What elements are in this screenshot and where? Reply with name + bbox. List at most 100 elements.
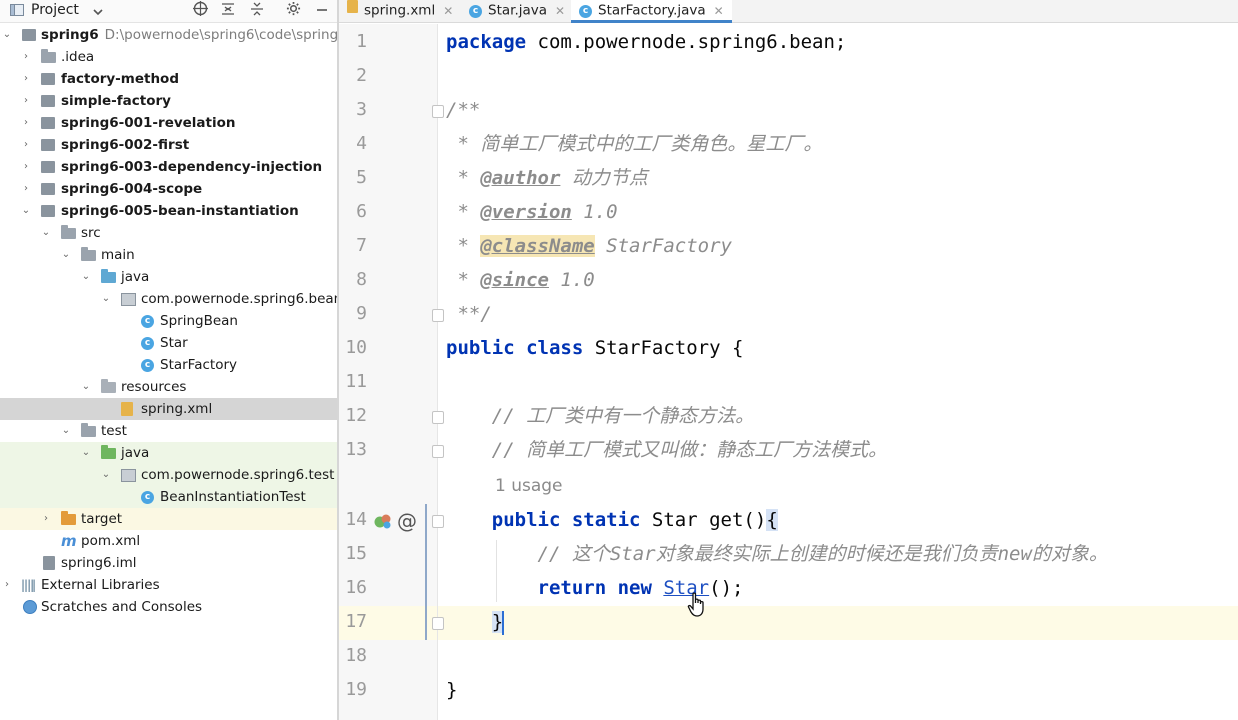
chevron-down-icon[interactable]: ⌄ — [1, 24, 13, 46]
tree-item-spring6[interactable]: ⌄ spring6 D:\powernode\spring6\code\sprin… — [0, 24, 337, 46]
tree-item-spring6-001[interactable]: › spring6-001-revelation — [0, 112, 337, 134]
code-line-19[interactable]: } — [446, 673, 457, 707]
tree-item-label: spring6-002-first — [61, 137, 190, 153]
crosshair-icon[interactable] — [190, 0, 210, 22]
tab-starfactory-java[interactable]: c StarFactory.java ✕ — [571, 0, 732, 23]
tree-item-test[interactable]: ⌄ test — [0, 420, 337, 442]
tree-item-label: spring6-001-revelation — [61, 115, 236, 131]
close-icon[interactable]: ✕ — [555, 4, 565, 18]
code-line-10[interactable]: public class StarFactory { — [446, 331, 743, 365]
tab-spring-xml[interactable]: spring.xml ✕ — [347, 0, 453, 22]
chevron-down-icon[interactable]: ⌄ — [60, 420, 72, 442]
project-view-icon[interactable] — [8, 0, 26, 22]
fold-icon[interactable] — [432, 309, 444, 322]
tree-item-target[interactable]: › target — [0, 508, 337, 530]
code-line-12[interactable]: // 工厂类中有一个静态方法。 — [446, 399, 754, 433]
bean-implemented-icon[interactable] — [373, 512, 393, 534]
tree-item-pom-xml[interactable]: m pom.xml — [0, 530, 337, 552]
tree-item-scratches[interactable]: Scratches and Consoles — [0, 596, 337, 618]
chevron-down-icon[interactable]: ⌄ — [80, 442, 92, 464]
code-line-5[interactable]: * @author 动力节点 — [446, 161, 647, 195]
tab-star-java[interactable]: c Star.java ✕ — [469, 0, 565, 22]
chevron-right-icon[interactable]: › — [20, 178, 32, 200]
tree-item-label: target — [81, 511, 123, 527]
maven-icon: m — [61, 532, 77, 550]
line-number: 9 — [356, 303, 367, 324]
tree-item-starfactory[interactable]: c StarFactory — [0, 354, 337, 376]
tree-item-beaninstantiationtest[interactable]: c BeanInstantiationTest — [0, 486, 337, 508]
tree-item-label: test — [101, 423, 127, 439]
close-icon[interactable]: ✕ — [714, 4, 724, 18]
fold-icon[interactable] — [432, 411, 444, 424]
chevron-right-icon[interactable]: › — [20, 68, 32, 90]
close-icon[interactable]: ✕ — [443, 4, 453, 18]
tree-item-label: com.powernode.spring6.test — [141, 467, 335, 483]
code-line-17[interactable]: } — [446, 605, 505, 639]
tree-item-main[interactable]: ⌄ main — [0, 244, 337, 266]
tree-item-idea[interactable]: › .idea — [0, 46, 337, 68]
line-number: 15 — [345, 543, 367, 564]
tree-item-label: spring6-003-dependency-injection — [61, 159, 323, 175]
line-number: 14 — [345, 509, 367, 530]
code-line-15[interactable]: // 这个Star对象最终实际上创建的时候还是我们负责new的对象。 — [446, 537, 1108, 571]
tree-item-test-java[interactable]: ⌄ java — [0, 442, 337, 464]
at-annotation-icon[interactable]: @ — [397, 509, 417, 533]
package-icon — [121, 288, 136, 310]
tree-item-simple-factory[interactable]: › simple-factory — [0, 90, 337, 112]
chevron-right-icon[interactable]: › — [20, 90, 32, 112]
chevron-right-icon[interactable]: › — [20, 112, 32, 134]
tab-label: StarFactory.java — [598, 2, 706, 19]
chevron-right-icon[interactable]: › — [1, 574, 13, 596]
tree-item-src[interactable]: ⌄ src — [0, 222, 337, 244]
tree-item-external-libraries[interactable]: › |||‖ External Libraries — [0, 574, 337, 596]
source-folder-icon — [101, 266, 116, 288]
collapse-all-icon[interactable] — [247, 0, 267, 22]
tree-item-label: SpringBean — [160, 313, 238, 329]
code-line-6[interactable]: * @version 1.0 — [446, 195, 617, 229]
tree-item-spring6-iml[interactable]: spring6.iml — [0, 552, 337, 574]
code-line-3[interactable]: /** — [446, 93, 480, 127]
chevron-right-icon[interactable]: › — [20, 134, 32, 156]
fold-icon[interactable] — [432, 445, 444, 458]
project-panel-title[interactable]: Project — [31, 0, 79, 22]
chevron-down-icon[interactable]: ⌄ — [80, 266, 92, 288]
resources-folder-icon — [101, 376, 116, 398]
chevron-right-icon[interactable]: › — [20, 156, 32, 178]
code-line-7[interactable]: * @className StarFactory — [446, 229, 732, 263]
tree-item-spring-xml[interactable]: spring.xml — [0, 398, 337, 420]
tree-item-spring6-002[interactable]: › spring6-002-first — [0, 134, 337, 156]
chevron-down-icon[interactable]: ⌄ — [60, 244, 72, 266]
chevron-down-icon[interactable]: ⌄ — [100, 288, 112, 310]
tree-item-spring6-003[interactable]: › spring6-003-dependency-injection — [0, 156, 337, 178]
chevron-right-icon[interactable]: › — [20, 46, 32, 68]
code-line-8[interactable]: * @since 1.0 — [446, 263, 594, 297]
chevron-down-icon[interactable]: ⌄ — [40, 222, 52, 244]
code-line-4[interactable]: * 简单工厂模式中的工厂类角色。星工厂。 — [446, 127, 822, 161]
expand-all-icon[interactable] — [218, 0, 238, 22]
usage-hint[interactable]: 1 usage — [495, 469, 563, 503]
scratches-icon — [23, 596, 37, 618]
fold-icon[interactable] — [432, 105, 444, 118]
chevron-down-icon[interactable] — [88, 0, 108, 22]
tree-item-factory-method[interactable]: › factory-method — [0, 68, 337, 90]
gear-icon[interactable] — [283, 0, 303, 22]
tree-item-springbean[interactable]: c SpringBean — [0, 310, 337, 332]
code-line-1[interactable]: package com.powernode.spring6.bean; — [446, 25, 846, 59]
fold-icon[interactable] — [432, 515, 444, 528]
tree-item-resources[interactable]: ⌄ resources — [0, 376, 337, 398]
tree-item-main-java[interactable]: ⌄ java — [0, 266, 337, 288]
tree-item-spring6-005[interactable]: ⌄ spring6-005-bean-instantiation — [0, 200, 337, 222]
chevron-down-icon[interactable]: ⌄ — [80, 376, 92, 398]
tree-item-star[interactable]: c Star — [0, 332, 337, 354]
chevron-down-icon[interactable]: ⌄ — [100, 464, 112, 486]
fold-icon[interactable] — [432, 617, 444, 630]
tree-item-spring6-004[interactable]: › spring6-004-scope — [0, 178, 337, 200]
code-line-13[interactable]: // 简单工厂模式又叫做：静态工厂方法模式。 — [446, 433, 887, 467]
tree-item-package-test[interactable]: ⌄ com.powernode.spring6.test — [0, 464, 337, 486]
chevron-right-icon[interactable]: › — [40, 508, 52, 530]
code-line-14[interactable]: public static Star get(){ — [446, 503, 778, 537]
minimize-icon[interactable] — [312, 0, 332, 22]
chevron-down-icon[interactable]: ⌄ — [20, 200, 32, 222]
code-line-9[interactable]: **/ — [446, 297, 491, 331]
tree-item-package-bean[interactable]: ⌄ com.powernode.spring6.bean — [0, 288, 337, 310]
